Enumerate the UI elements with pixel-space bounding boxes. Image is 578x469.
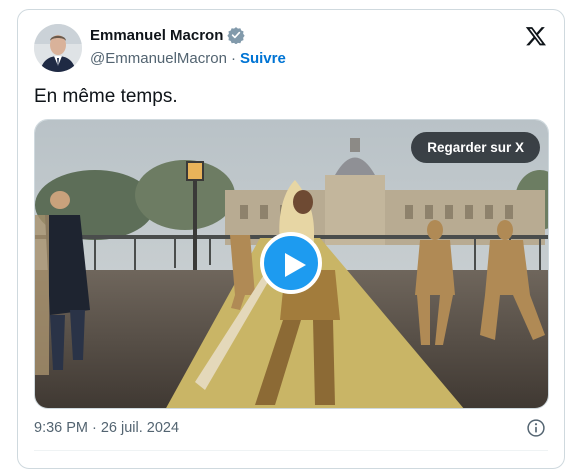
video-player[interactable]: Regarder sur X [34,119,549,409]
play-button[interactable] [260,232,322,294]
timestamp-separator: · [92,420,97,436]
x-logo-icon[interactable] [525,25,547,47]
tweet-timestamp[interactable]: 9:36 PM · 26 juil. 2024 [34,420,179,436]
avatar[interactable] [34,24,82,72]
watch-on-x-button[interactable]: Regarder sur X [411,132,540,163]
author-name-row: Emmanuel Macron [90,26,245,44]
play-icon [285,253,306,277]
follow-button[interactable]: Suivre [240,50,286,67]
author-handle[interactable]: @EmmanuelMacron [90,50,227,67]
tweet-text: En même temps. [34,86,178,107]
author-display-name[interactable]: Emmanuel Macron [90,27,223,44]
tweet-card[interactable]: Emmanuel Macron @EmmanuelMacron · Suivre… [17,9,565,469]
verified-badge-icon [227,27,245,44]
author-handle-row: @EmmanuelMacron · Suivre [90,50,286,67]
tweet-date: 26 juil. 2024 [100,420,180,436]
tweet-time: 9:36 PM [34,420,88,436]
handle-separator: · [230,50,236,67]
profile-photo [34,24,82,72]
info-icon[interactable] [526,418,546,438]
